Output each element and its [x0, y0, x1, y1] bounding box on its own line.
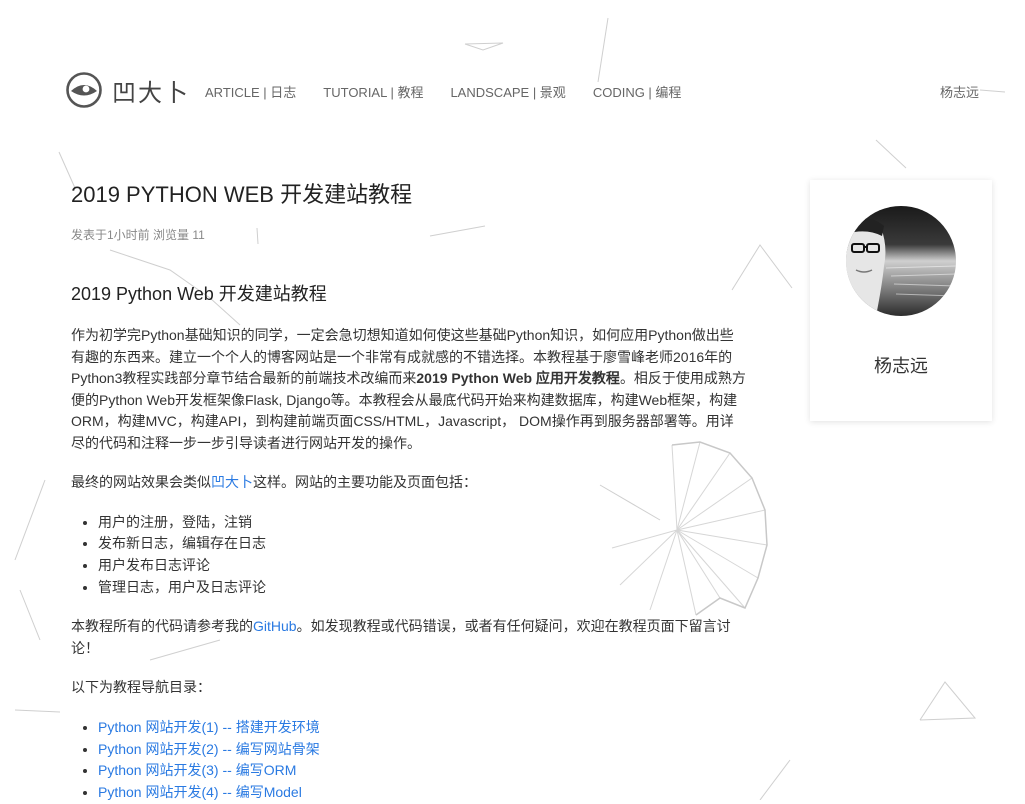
site-logo[interactable]: 凹大卜	[66, 72, 190, 108]
code-paragraph: 本教程所有的代码请参考我的GitHub。如发现教程或代码错误，或者有任何疑问，欢…	[71, 616, 746, 659]
intro-paragraph: 作为初学完Python基础知识的同学，一定会急切想知道如何使这些基础Python…	[71, 325, 746, 454]
nav-tutorial[interactable]: TUTORIAL | 教程	[323, 82, 423, 101]
toc-label: 以下为教程导航目录：	[71, 679, 211, 696]
article-subtitle: 2019 Python Web 开发建站教程	[71, 284, 327, 304]
feature-list: 用户的注册，登陆，注销 发布新日志，编辑存在日志 用户发布日志评论 管理日志，用…	[71, 512, 746, 599]
profile-name: 杨志远	[874, 356, 928, 376]
toc-item: Python 网站开发(2) -- 编写网站骨架	[98, 739, 746, 761]
toc-link[interactable]: Python 网站开发(1) -- 搭建开发环境	[98, 719, 320, 735]
nav-article[interactable]: ARTICLE | 日志	[205, 82, 296, 101]
effect-text-after: 这样。网站的主要功能及页面包括：	[253, 474, 477, 490]
site-header: 凹大卜 ARTICLE | 日志 TUTORIAL | 教程 LANDSCAPE…	[0, 0, 1025, 180]
intro-bold-text: 2019 Python Web 应用开发教程	[416, 370, 620, 386]
site-demo-link[interactable]: 凹大卜	[211, 474, 253, 490]
article-meta: 发表于1小时前 浏览量 11	[71, 228, 205, 242]
logo-eye-icon	[66, 72, 102, 108]
nav-landscape[interactable]: LANDSCAPE | 景观	[450, 82, 565, 101]
logo-text: 凹大卜	[112, 78, 190, 107]
nav-coding[interactable]: CODING | 编程	[593, 82, 682, 101]
article-title: 2019 PYTHON WEB 开发建站教程	[71, 182, 413, 207]
toc-link[interactable]: Python 网站开发(2) -- 编写网站骨架	[98, 741, 320, 757]
toc-item: Python 网站开发(4) -- 编写Model	[98, 782, 746, 804]
toc-list: Python 网站开发(1) -- 搭建开发环境 Python 网站开发(2) …	[71, 717, 746, 804]
toc-item: Python 网站开发(1) -- 搭建开发环境	[98, 717, 746, 739]
github-link[interactable]: GitHub	[253, 618, 297, 634]
avatar-photo	[846, 206, 956, 316]
feature-item: 发布新日志，编辑存在日志	[98, 533, 746, 555]
feature-item: 用户发布日志评论	[98, 555, 746, 577]
effect-paragraph: 最终的网站效果会类似凹大卜这样。网站的主要功能及页面包括：	[71, 472, 746, 494]
toc-link[interactable]: Python 网站开发(4) -- 编写Model	[98, 784, 302, 800]
toc-link[interactable]: Python 网站开发(3) -- 编写ORM	[98, 762, 296, 778]
effect-text: 最终的网站效果会类似	[71, 474, 211, 490]
main-nav: ARTICLE | 日志 TUTORIAL | 教程 LANDSCAPE | 景…	[205, 82, 681, 101]
author-profile-card: 杨志远	[810, 180, 992, 421]
code-text: 本教程所有的代码请参考我的	[71, 618, 253, 635]
feature-item: 管理日志，用户及日志评论	[98, 577, 746, 599]
avatar[interactable]	[846, 206, 956, 316]
feature-item: 用户的注册，登陆，注销	[98, 512, 746, 534]
user-menu-link[interactable]: 杨志远	[940, 82, 979, 101]
article: 2019 PYTHON WEB 开发建站教程 发表于1小时前 浏览量 11 20…	[71, 180, 746, 804]
toc-item: Python 网站开发(3) -- 编写ORM	[98, 760, 746, 782]
